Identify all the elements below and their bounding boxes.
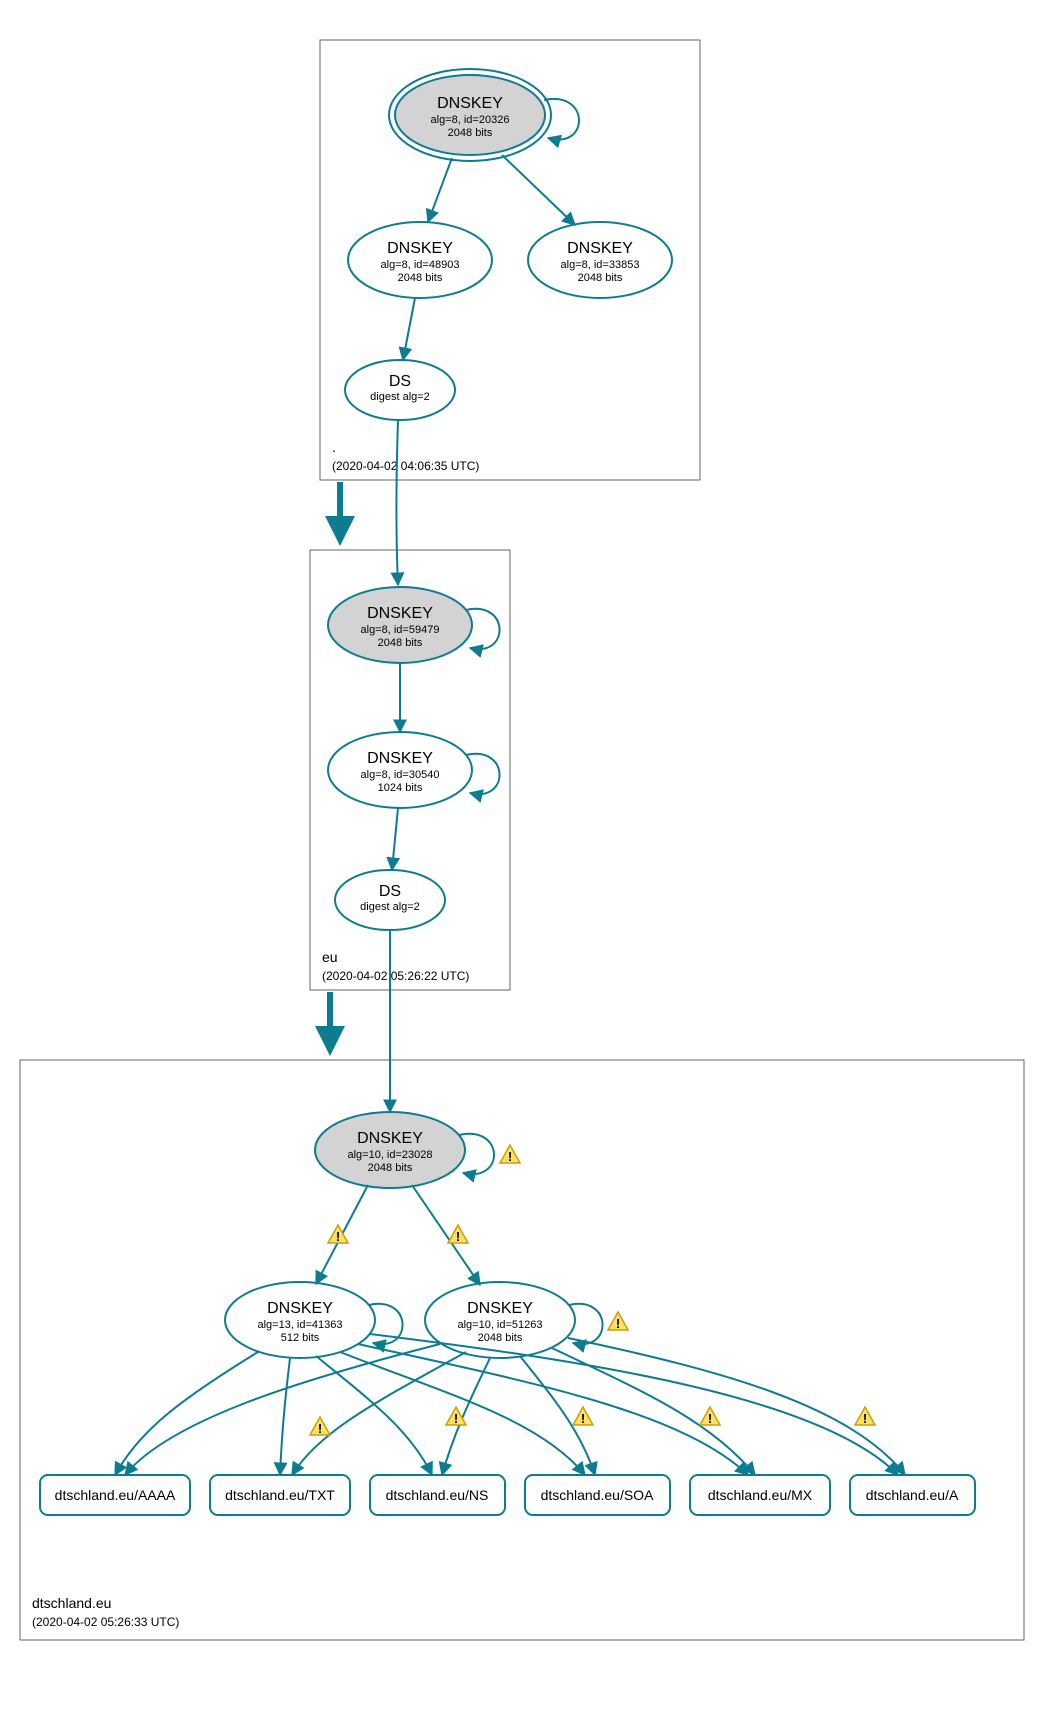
edge-zsk1-mx (358, 1344, 748, 1475)
zone-timestamp-root: (2020-04-02 04:06:35 UTC) (332, 459, 479, 473)
warning-icon: ! (310, 1417, 330, 1436)
edge-euzsk-euds (392, 808, 398, 870)
zone-label-root: . (332, 439, 336, 455)
svg-text:2048 bits: 2048 bits (478, 1332, 523, 1344)
svg-text:!: ! (581, 1411, 585, 1426)
node-root-ksk: DNSKEY alg=8, id=20326 2048 bits (389, 69, 551, 161)
warning-icon: ! (573, 1407, 593, 1426)
node-rr-mx: dtschland.eu/MX (690, 1475, 830, 1515)
zone-timestamp-dtschland: (2020-04-02 05:26:33 UTC) (32, 1615, 179, 1629)
edge-zsk1-soa (340, 1352, 585, 1475)
svg-text:dtschland.eu/MX: dtschland.eu/MX (708, 1487, 813, 1503)
svg-text:alg=13, id=41363: alg=13, id=41363 (257, 1319, 342, 1331)
node-eu-zsk: DNSKEY alg=8, id=30540 1024 bits (328, 732, 472, 808)
svg-text:!: ! (456, 1229, 460, 1244)
svg-text:2048 bits: 2048 bits (368, 1162, 413, 1174)
svg-text:!: ! (708, 1411, 712, 1426)
node-root-ds: DS digest alg=2 (345, 360, 455, 420)
edge-dksk-zsk2 (412, 1185, 480, 1285)
node-rr-txt: dtschland.eu/TXT (210, 1475, 350, 1515)
svg-text:alg=8, id=48903: alg=8, id=48903 (381, 259, 460, 271)
svg-text:!: ! (616, 1316, 620, 1331)
edge-rootzsk1-ds (403, 298, 415, 360)
svg-text:2048 bits: 2048 bits (398, 272, 443, 284)
svg-text:512 bits: 512 bits (281, 1332, 320, 1344)
svg-text:dtschland.eu/NS: dtschland.eu/NS (386, 1487, 489, 1503)
warning-icon: ! (700, 1407, 720, 1426)
node-rr-aaaa: dtschland.eu/AAAA (40, 1475, 190, 1515)
svg-text:DNSKEY: DNSKEY (567, 240, 633, 257)
edge-zsk2-txt (292, 1352, 466, 1475)
zone-timestamp-eu: (2020-04-02 05:26:22 UTC) (322, 969, 469, 983)
svg-text:DNSKEY: DNSKEY (367, 605, 433, 622)
svg-text:alg=8, id=20326: alg=8, id=20326 (431, 114, 510, 126)
svg-text:DNSKEY: DNSKEY (467, 1300, 533, 1317)
node-rr-ns: dtschland.eu/NS (370, 1475, 505, 1515)
edge-rootksk-zsk1 (428, 158, 452, 222)
node-d-zsk1: DNSKEY alg=13, id=41363 512 bits (225, 1282, 375, 1358)
svg-text:DNSKEY: DNSKEY (387, 240, 453, 257)
zone-label-eu: eu (322, 949, 338, 965)
node-d-zsk2: DNSKEY alg=10, id=51263 2048 bits (425, 1282, 575, 1358)
node-root-zsk1: DNSKEY alg=8, id=48903 2048 bits (348, 222, 492, 298)
svg-text:dtschland.eu/TXT: dtschland.eu/TXT (225, 1487, 335, 1503)
node-eu-ds: DS digest alg=2 (335, 870, 445, 930)
svg-text:1024 bits: 1024 bits (378, 782, 423, 794)
warning-icon: ! (608, 1312, 628, 1331)
warning-icon: ! (500, 1145, 520, 1164)
node-eu-ksk: DNSKEY alg=8, id=59479 2048 bits (328, 587, 472, 663)
svg-text:dtschland.eu/SOA: dtschland.eu/SOA (541, 1487, 655, 1503)
svg-text:alg=8, id=59479: alg=8, id=59479 (361, 624, 440, 636)
node-d-ksk: DNSKEY alg=10, id=23028 2048 bits (315, 1112, 465, 1188)
svg-text:!: ! (336, 1229, 340, 1244)
svg-text:2048 bits: 2048 bits (578, 272, 623, 284)
svg-text:DNSKEY: DNSKEY (437, 95, 503, 112)
node-rr-soa: dtschland.eu/SOA (525, 1475, 670, 1515)
svg-text:!: ! (508, 1149, 512, 1164)
svg-text:!: ! (863, 1411, 867, 1426)
zone-label-dtschland: dtschland.eu (32, 1595, 111, 1611)
edge-rootds-euksk (397, 420, 399, 585)
svg-text:digest alg=2: digest alg=2 (360, 901, 420, 913)
svg-text:alg=8, id=33853: alg=8, id=33853 (561, 259, 640, 271)
svg-text:!: ! (454, 1411, 458, 1426)
svg-text:alg=8, id=30540: alg=8, id=30540 (361, 769, 440, 781)
edge-rootksk-zsk2 (502, 155, 575, 225)
svg-text:DS: DS (379, 883, 401, 900)
svg-text:DS: DS (389, 373, 411, 390)
warning-icon: ! (855, 1407, 875, 1426)
svg-text:DNSKEY: DNSKEY (267, 1300, 333, 1317)
svg-text:alg=10, id=23028: alg=10, id=23028 (347, 1149, 432, 1161)
svg-text:2048 bits: 2048 bits (448, 127, 493, 139)
svg-text:digest alg=2: digest alg=2 (370, 391, 430, 403)
edge-zsk1-aaaa (115, 1352, 258, 1475)
svg-text:DNSKEY: DNSKEY (357, 1130, 423, 1147)
svg-text:DNSKEY: DNSKEY (367, 750, 433, 767)
svg-text:!: ! (318, 1421, 322, 1436)
svg-text:dtschland.eu/A: dtschland.eu/A (866, 1487, 959, 1503)
warning-icon: ! (448, 1225, 468, 1244)
edge-zsk2-ns (442, 1358, 490, 1475)
svg-text:2048 bits: 2048 bits (378, 637, 423, 649)
node-rr-a: dtschland.eu/A (850, 1475, 975, 1515)
svg-text:alg=10, id=51263: alg=10, id=51263 (457, 1319, 542, 1331)
node-root-zsk2: DNSKEY alg=8, id=33853 2048 bits (528, 222, 672, 298)
svg-text:dtschland.eu/AAAA: dtschland.eu/AAAA (55, 1487, 176, 1503)
edge-zsk1-txt (280, 1358, 290, 1475)
dnssec-graph: . (2020-04-02 04:06:35 UTC) DNSKEY alg=8… (0, 0, 1044, 1721)
